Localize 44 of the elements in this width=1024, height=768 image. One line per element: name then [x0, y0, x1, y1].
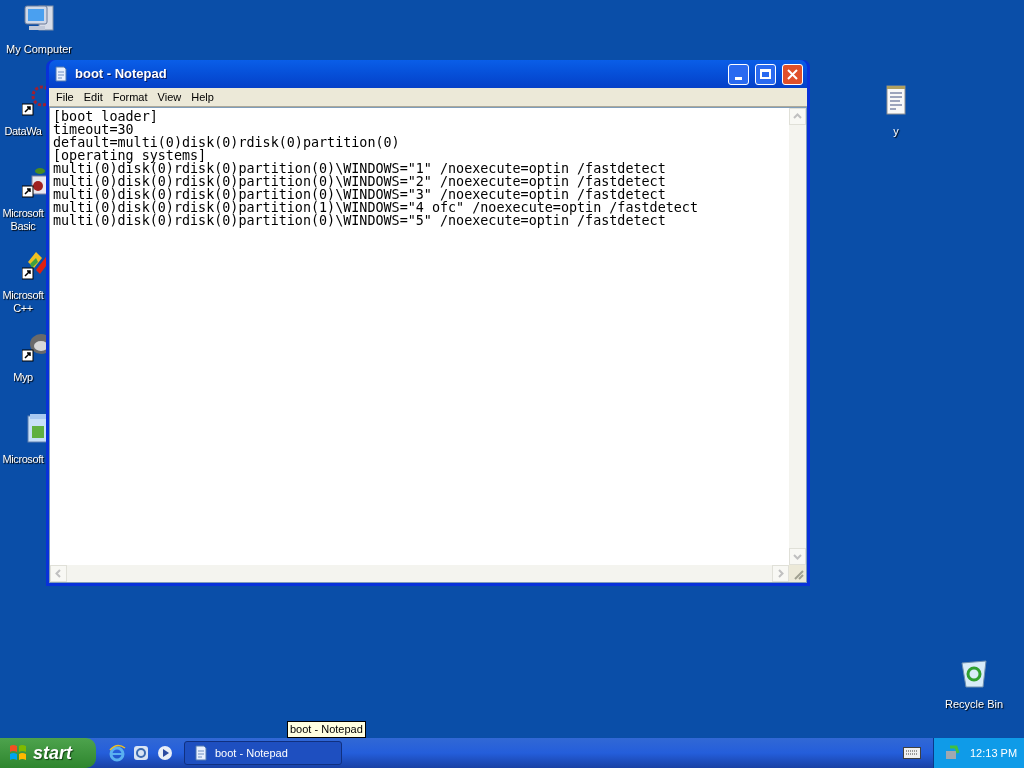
desktop-icon-label[interactable]: y: [893, 125, 899, 138]
desktop-icon-label[interactable]: Microsoft: [0, 453, 46, 466]
taskbar-button[interactable]: boot - Notepad: [184, 741, 342, 765]
computer-icon[interactable]: [23, 2, 55, 34]
text-file-icon[interactable]: [884, 84, 908, 116]
text-line: multi(0)disk(0)rdisk(0)partition(0)\WINDOWS="3" /noexecute=optin /fastdetect: [53, 188, 666, 201]
clock: 12:13 PM: [970, 745, 1018, 761]
window-title: boot - Notepad: [75, 65, 168, 84]
close-icon: [787, 68, 798, 80]
media-player-icon[interactable]: [156, 744, 174, 762]
menu-item[interactable]: Help: [186, 88, 219, 106]
menu-item[interactable]: View: [152, 88, 187, 106]
resize-grip-icon[interactable]: [789, 565, 806, 582]
menu-item[interactable]: Edit: [78, 88, 108, 106]
text-line: [boot loader]: [53, 110, 158, 123]
text-line: timeout=30: [53, 123, 134, 136]
shortcut-icon[interactable]: [22, 84, 46, 116]
notepad-icon: [53, 66, 69, 82]
text-line: multi(0)disk(0)rdisk(0)partition(0)\WINDOWS="2" /noexecute=optin /fastdetect: [53, 175, 666, 188]
desktop-icon-label[interactable]: Myp: [0, 371, 46, 384]
desktop-icon-label[interactable]: Microsoft C++: [0, 289, 46, 315]
desktop-icon-label[interactable]: Recycle Bin: [944, 698, 1004, 711]
menu-item[interactable]: File: [51, 88, 79, 106]
text-line: multi(0)disk(0)rdisk(0)partition(0)\WINDOWS="5" /noexecute=optin /fastdetect: [53, 214, 666, 227]
recycle-bin-icon[interactable]: [958, 657, 990, 689]
text-line: multi(0)disk(0)rdisk(0)partition(0)\WINDOWS="1" /noexecute=optin /fastdetect: [53, 162, 666, 175]
menu-item[interactable]: Format: [107, 88, 153, 106]
desktop-icon-label[interactable]: Microsoft Basic: [0, 207, 46, 233]
close-button[interactable]: [782, 63, 803, 85]
start-button[interactable]: start: [0, 738, 96, 768]
tooltip: boot - Notepad: [287, 721, 366, 738]
maximize-icon: [760, 69, 771, 79]
keyboard-icon[interactable]: [903, 747, 921, 759]
desktop-icon-label[interactable]: My Computer: [6, 43, 72, 56]
maximize-button[interactable]: [755, 63, 776, 85]
notepad-icon: [193, 745, 209, 761]
minimize-icon: [735, 76, 742, 80]
browser-icon[interactable]: [108, 744, 126, 762]
text-line: [operating systems]: [53, 149, 207, 162]
text-line: multi(0)disk(0)rdisk(0)partition(1)\WINDOWS="4 ofc" /noexecute=optin /fastdetect: [53, 201, 698, 214]
windows-logo-icon: [8, 743, 28, 763]
text-line: default=multi(0)disk(0)rdisk(0)partition(0): [53, 136, 400, 149]
minimize-button[interactable]: [728, 63, 749, 85]
desktop-icon-label[interactable]: DataWa: [0, 125, 46, 138]
